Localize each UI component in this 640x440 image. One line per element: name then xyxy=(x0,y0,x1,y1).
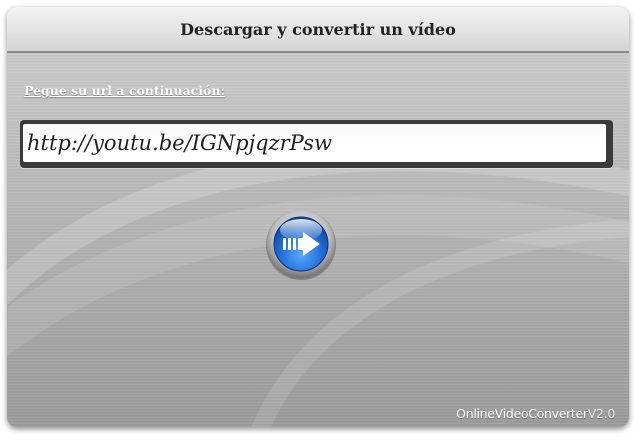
converter-panel: Descargar y convertir un vídeo Pegue su … xyxy=(7,7,629,427)
page-title: Descargar y convertir un vídeo xyxy=(180,19,456,39)
arrow-right-icon xyxy=(266,210,336,280)
brand-version: V2.0 xyxy=(587,406,616,421)
brand-logo: OnlineVideoConverterV2.0 xyxy=(456,406,615,421)
url-field-frame xyxy=(20,120,613,168)
panel-header: Descargar y convertir un vídeo xyxy=(7,7,629,53)
brand-name: OnlineVideoConverter xyxy=(456,406,588,421)
url-label: Pegue su url a continuación: xyxy=(24,83,226,98)
convert-button[interactable] xyxy=(265,208,337,280)
url-input[interactable] xyxy=(23,124,606,162)
